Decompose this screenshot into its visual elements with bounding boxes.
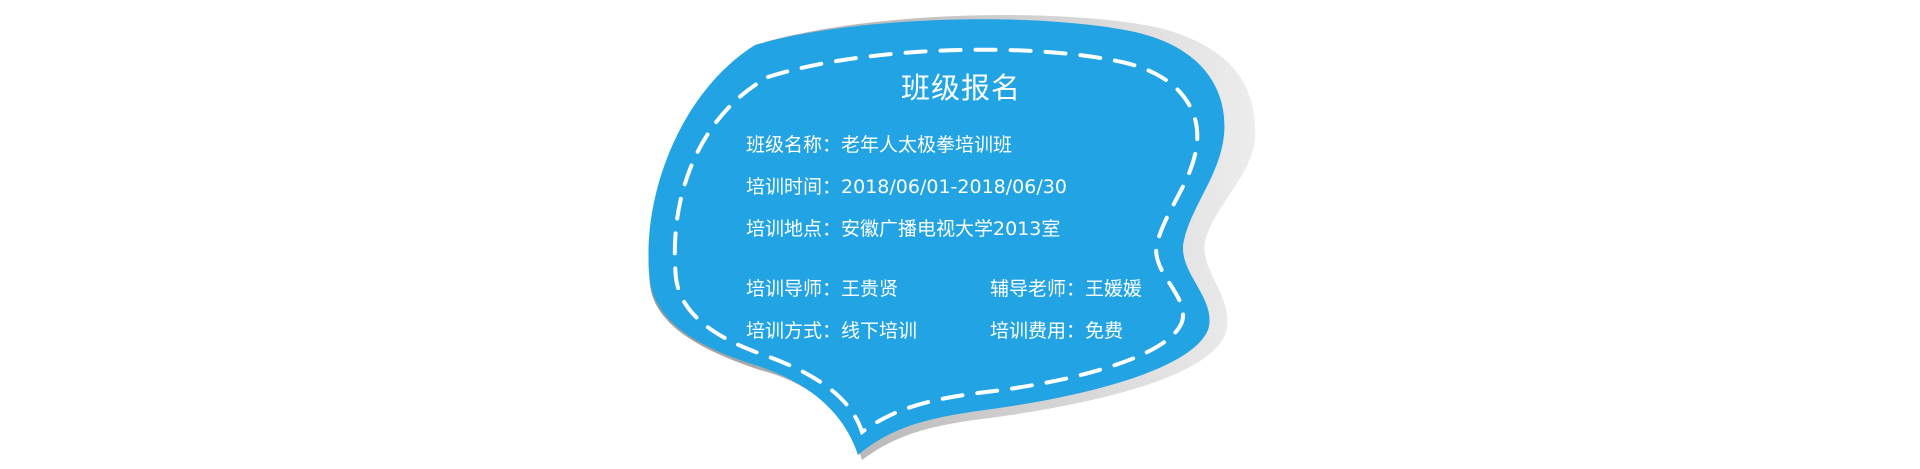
training-mode-value: 线下培训 — [841, 320, 918, 342]
instructor-label: 培训导师 — [746, 278, 823, 300]
instructor-value: 王贵贤 — [841, 278, 899, 300]
training-time-value: 2018/06/01-2018/06/30 — [841, 176, 1067, 198]
separator: ： — [822, 278, 842, 300]
separator: ： — [822, 320, 842, 342]
separator: ： — [822, 218, 842, 240]
training-mode-row: 培训方式：线下培训 — [746, 319, 917, 343]
assistant-teacher-value: 王媛媛 — [1085, 278, 1143, 300]
assistant-teacher-row: 辅导老师：王媛媛 — [990, 277, 1142, 301]
training-fee-value: 免费 — [1085, 320, 1124, 342]
training-time-label: 培训时间 — [746, 176, 823, 198]
assistant-teacher-label: 辅导老师 — [990, 278, 1067, 300]
class-name-label: 班级名称 — [746, 134, 823, 156]
training-location-value: 安徽广播电视大学2013室 — [841, 218, 1061, 240]
training-fee-label: 培训费用 — [990, 320, 1067, 342]
class-name-row: 班级名称：老年人太极拳培训班 — [746, 133, 1012, 157]
instructor-row: 培训导师：王贵贤 — [746, 277, 898, 301]
separator: ： — [822, 176, 842, 198]
training-location-row: 培训地点：安徽广播电视大学2013室 — [746, 217, 1060, 241]
card-title: 班级报名 — [900, 71, 1021, 105]
separator: ： — [822, 134, 842, 156]
training-mode-label: 培训方式 — [746, 320, 823, 342]
separator: ： — [1066, 278, 1086, 300]
separator: ： — [1066, 320, 1086, 342]
training-fee-row: 培训费用：免费 — [990, 319, 1123, 343]
training-time-row: 培训时间：2018/06/01-2018/06/30 — [746, 175, 1067, 199]
class-name-value: 老年人太极拳培训班 — [841, 134, 1013, 156]
training-location-label: 培训地点 — [746, 218, 823, 240]
